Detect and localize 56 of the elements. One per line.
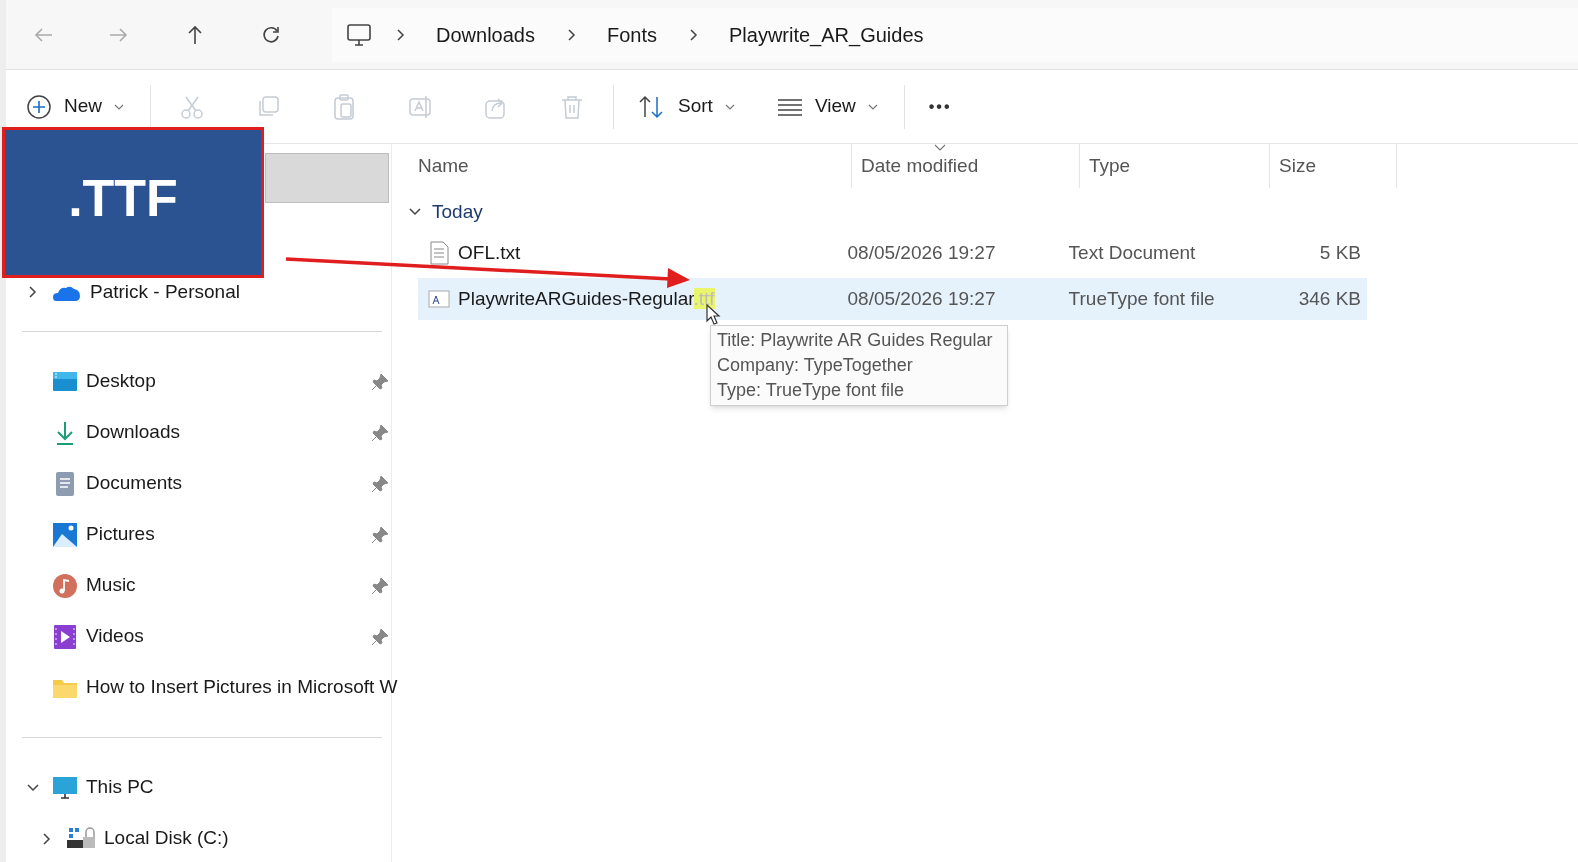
sidebar-item[interactable]: Local Disk (C:)	[66, 824, 229, 853]
picture-icon	[52, 521, 78, 548]
sort-button[interactable]: Sort	[638, 92, 735, 121]
file-row[interactable]: OFL.txt 08/05/2026 19:27 Text Document 5 KB	[418, 232, 1367, 274]
table-cell: Text Document	[1068, 241, 1196, 263]
view-button[interactable]: View	[776, 92, 878, 121]
sidebar-item[interactable]: Documents	[52, 469, 183, 498]
monitor-icon	[346, 22, 372, 47]
caret-icon	[724, 102, 735, 111]
column-header[interactable]: Date modified	[861, 151, 979, 181]
sidebar-item[interactable]: How to Insert Pictures in Microsoft W	[52, 673, 398, 702]
sidebar-item[interactable]: Downloads	[52, 418, 180, 447]
sidebar-item[interactable]: Pictures	[52, 520, 155, 549]
group-header[interactable]: Today	[408, 192, 483, 232]
rename-button[interactable]	[407, 93, 433, 120]
breadcrumb-item[interactable]: Downloads	[428, 19, 543, 50]
sidebar-item[interactable]: Desktop	[52, 367, 156, 396]
plus-circle-icon	[26, 93, 52, 120]
trash-button[interactable]	[559, 93, 585, 120]
column-header[interactable]: Name	[418, 151, 469, 181]
more-button[interactable]: •••	[928, 94, 952, 119]
caret-icon	[114, 102, 124, 111]
table-cell-text: 346 KB	[1298, 286, 1361, 311]
column-header[interactable]: Size	[1279, 151, 1316, 181]
paste-icon	[331, 93, 357, 120]
paste-button[interactable]	[331, 93, 357, 120]
table-cell: 08/05/2026 19:27	[847, 241, 996, 263]
sort-arrows-icon	[638, 94, 666, 119]
breadcrumb-item[interactable]: Playwrite_AR_Guides	[721, 19, 932, 50]
sidebar-item[interactable]: Patrick - Personal	[52, 277, 240, 307]
sidebar-item[interactable]: This PC	[52, 773, 154, 802]
font-file-icon	[428, 288, 450, 310]
breadcrumb-item[interactable]: Fonts	[598, 19, 665, 50]
table-cell: TrueType font file	[1068, 287, 1215, 309]
banner-label: .TTF	[68, 167, 178, 229]
caret-icon	[867, 102, 878, 111]
rename-icon	[407, 93, 433, 120]
trash-icon	[559, 93, 585, 120]
monitor-icon	[52, 774, 78, 801]
table-cell-text: 5 KB	[1319, 240, 1361, 265]
chevron-right-icon	[687, 27, 699, 42]
music-note-icon	[52, 572, 78, 599]
table-cell: 08/05/2026 19:27	[847, 287, 996, 309]
new-button[interactable]: New	[26, 92, 124, 121]
sort-caret-icon	[934, 144, 946, 151]
tooltip-line: Title: Playwrite AR Guides Regular	[717, 329, 994, 352]
chevron-right-icon	[394, 27, 406, 42]
column-header[interactable]: Type	[1089, 151, 1131, 181]
text-file-icon	[428, 241, 450, 265]
list-lines-icon	[776, 97, 803, 116]
tooltip-line: Company: TypeTogether	[717, 354, 914, 377]
video-icon	[52, 623, 78, 650]
tooltip-line: Type: TrueType font file	[717, 379, 906, 402]
sidebar-item[interactable]: Videos	[52, 622, 144, 651]
file-name[interactable]: OFL.txt	[458, 238, 521, 268]
sidebar-item[interactable]: Music	[52, 571, 136, 600]
